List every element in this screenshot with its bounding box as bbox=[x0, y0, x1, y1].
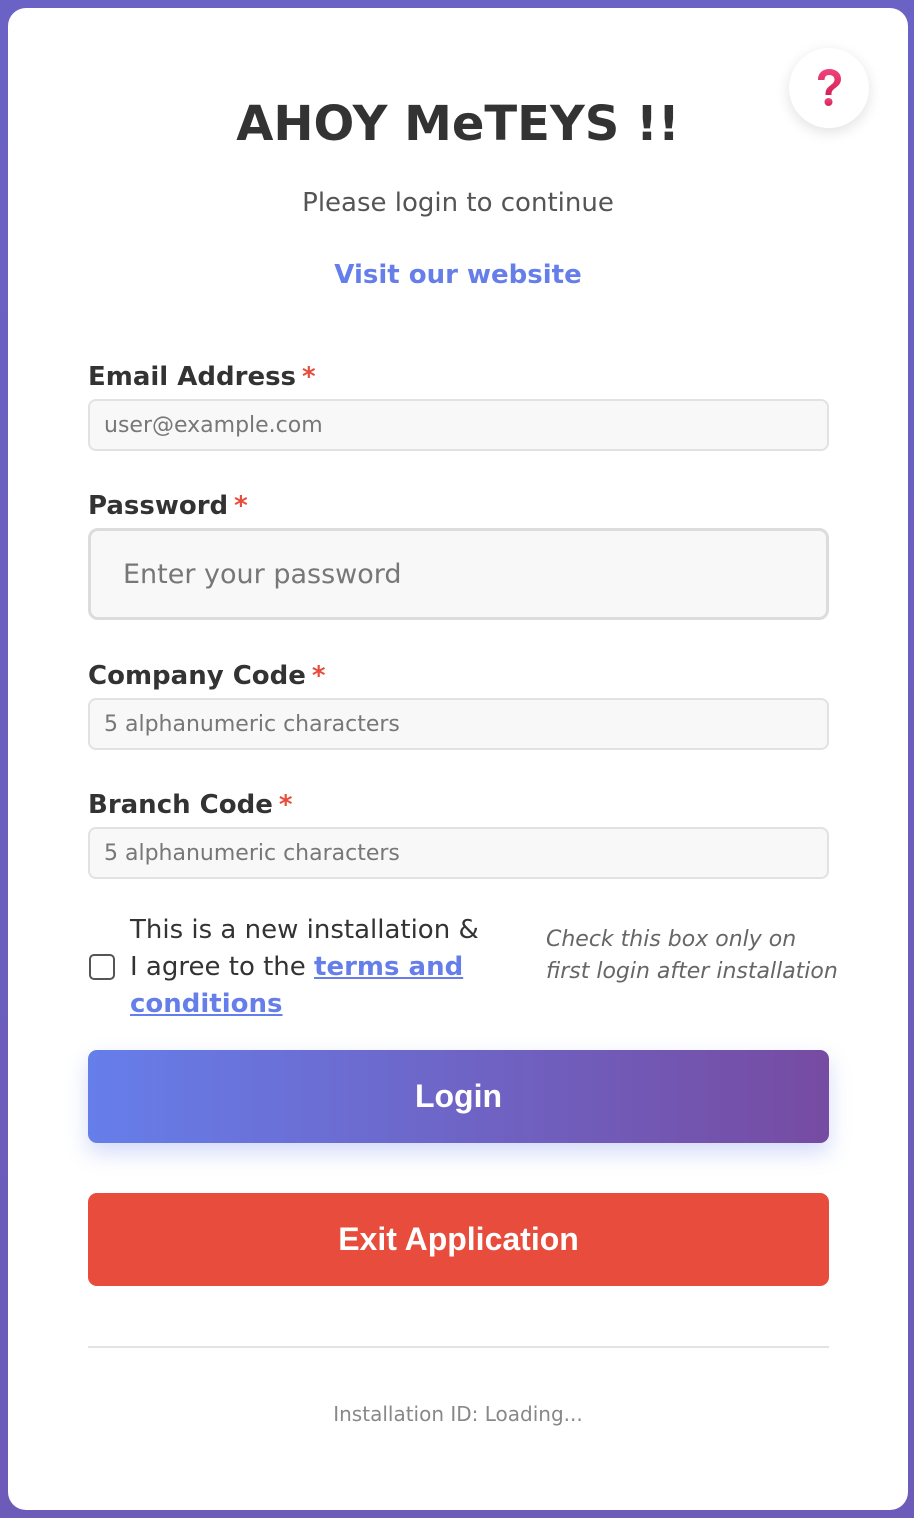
required-mark: * bbox=[311, 661, 326, 691]
company-code-input[interactable] bbox=[88, 698, 829, 750]
required-mark: * bbox=[302, 362, 316, 392]
installation-id: Installation ID: Loading... bbox=[333, 1402, 583, 1426]
new-installation-checkbox[interactable] bbox=[89, 954, 115, 980]
branch-code-label: Branch Code * bbox=[88, 790, 293, 820]
password-input[interactable] bbox=[88, 528, 829, 620]
divider bbox=[88, 1346, 829, 1348]
login-button[interactable]: Login bbox=[88, 1050, 829, 1143]
new-installation-hint: Check this box only on first login after… bbox=[546, 927, 838, 984]
required-mark: * bbox=[234, 491, 248, 521]
password-label: Password * bbox=[88, 491, 248, 521]
new-installation-text: This is a new installation & I agree to … bbox=[130, 915, 479, 1019]
login-card: AHOY MeTEYS !! Please login to continue … bbox=[8, 8, 908, 1510]
company-code-label: Company Code * bbox=[88, 661, 326, 691]
login-subtitle: Please login to continue bbox=[302, 188, 614, 218]
branch-code-input[interactable] bbox=[88, 827, 829, 879]
app-title: AHOY MeTEYS !! bbox=[236, 96, 680, 152]
email-label: Email Address * bbox=[88, 362, 316, 392]
exit-application-button[interactable]: Exit Application bbox=[88, 1193, 829, 1286]
visit-website-link[interactable]: Visit our website bbox=[8, 260, 908, 290]
required-mark: * bbox=[278, 790, 293, 820]
email-input[interactable] bbox=[88, 399, 829, 451]
